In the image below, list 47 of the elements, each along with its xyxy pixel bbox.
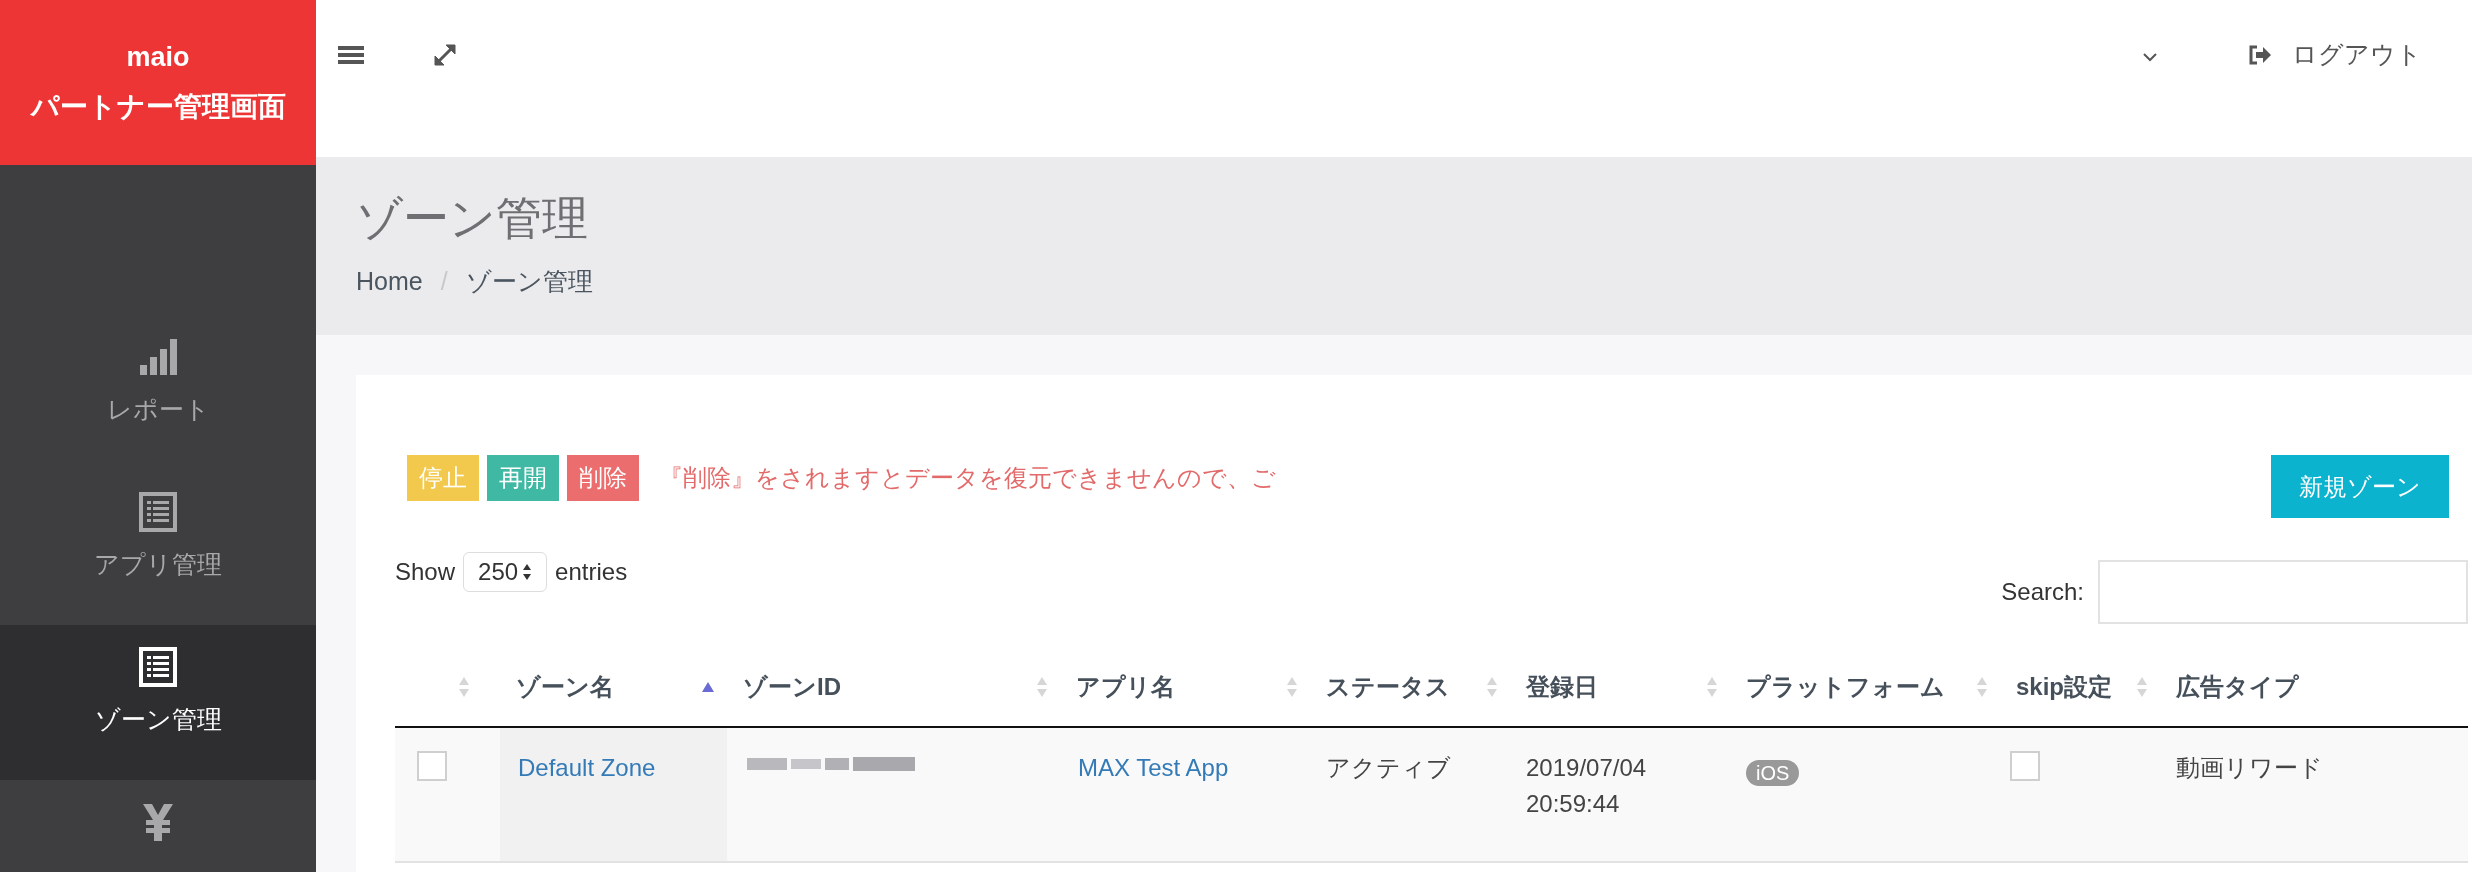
brand-subtitle: パートナー管理画面 (30, 93, 286, 121)
column-header[interactable]: プラットフォーム (1730, 648, 2000, 726)
breadcrumb-item: ゾーン管理 (465, 266, 593, 297)
logout-button[interactable]: ログアウト (2248, 42, 2422, 67)
entries-label: entries (555, 557, 628, 587)
list-icon (139, 492, 177, 532)
sort-ascending-icon (701, 681, 715, 693)
column-header[interactable]: ステータス (1310, 648, 1510, 726)
zone-name-link[interactable]: Default Zone (518, 754, 656, 781)
sort-icon (1486, 676, 1498, 698)
platform-badge: iOS (1746, 760, 1800, 786)
brand-name[interactable]: maio (126, 44, 190, 71)
row-checkbox[interactable] (417, 751, 447, 781)
delete-warning: 『削除』をされますとデータを復元できませんので、ご (659, 463, 1276, 493)
column-header[interactable]: 登録日 (1510, 648, 1730, 726)
sort-icon (1976, 676, 1988, 698)
menu-icon[interactable] (338, 44, 364, 66)
app-name-link[interactable]: MAX Test App (1078, 754, 1229, 781)
signal-bars-icon (138, 337, 178, 377)
sort-icon (458, 676, 470, 698)
list-icon (139, 647, 177, 687)
sort-icon (1706, 676, 1718, 698)
ad-type-text: 動画リワード (2176, 754, 2323, 781)
yen-icon (141, 802, 175, 842)
sort-icon (2136, 676, 2148, 698)
column-header[interactable]: ゾーンID (727, 648, 1060, 726)
column-header[interactable]: 広告タイプ (2160, 648, 2468, 726)
select-arrows-icon (522, 563, 533, 581)
logout-icon (2248, 43, 2272, 66)
sort-icon (1286, 676, 1298, 698)
page-title: ゾーン管理 (356, 195, 589, 241)
registered-date: 2019/07/04 20:59:44 (1526, 753, 1648, 819)
column-header[interactable]: skip設定 (2000, 648, 2160, 726)
chevron-down-icon[interactable] (2142, 52, 2158, 62)
sort-icon (1036, 676, 1048, 698)
column-header[interactable]: アプリ名 (1060, 648, 1310, 726)
show-label: Show (395, 557, 456, 587)
search-label: Search: (2001, 577, 2084, 607)
breadcrumb-item[interactable]: Home (356, 263, 423, 301)
row-checkbox[interactable] (2010, 751, 2040, 781)
column-header[interactable]: ゾーン名 (500, 648, 727, 726)
page-length-select[interactable]: 250 (463, 552, 548, 592)
search-field[interactable] (2098, 560, 2468, 624)
sidebar-item[interactable]: ゾーン管理 (0, 625, 316, 780)
breadcrumb-separator: / (440, 266, 448, 297)
status-text: アクティブ (1326, 754, 1451, 781)
expand-icon[interactable] (432, 42, 458, 68)
